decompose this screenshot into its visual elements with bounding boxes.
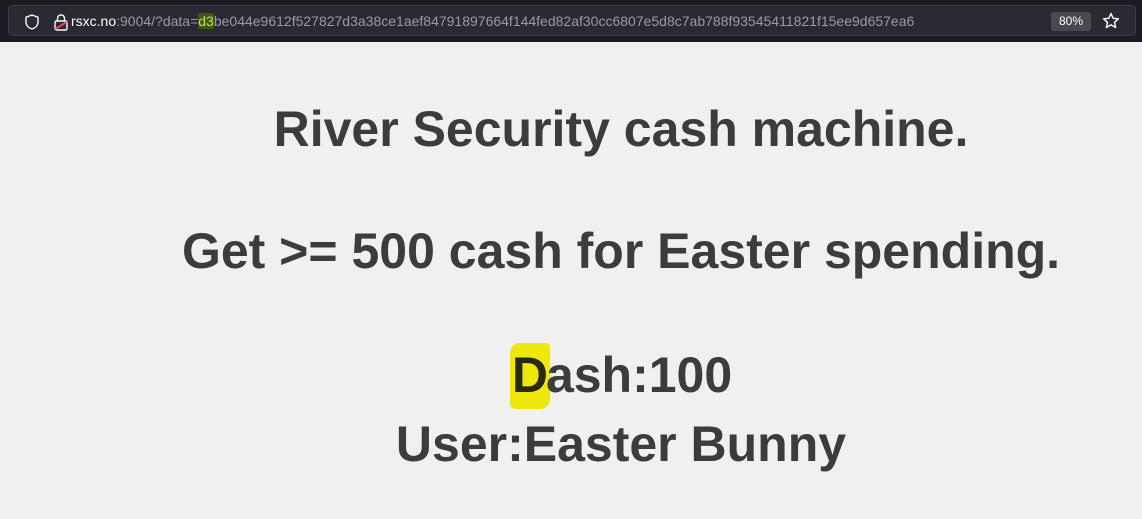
cash-value: ash:100	[545, 347, 733, 403]
shield-icon[interactable]	[24, 14, 40, 30]
url-data: be044e9612f527827d3a38ce1aef84791897664f…	[213, 13, 915, 29]
url-host: rsxc.no	[71, 13, 117, 29]
page-content: River Security cash machine. Get >= 500 …	[0, 42, 1142, 519]
lock-icon[interactable]	[53, 13, 69, 31]
url-text[interactable]: rsxc.no:9004/?data=d3be044e9612f527827d3…	[71, 12, 914, 30]
page-title: River Security cash machine.	[273, 101, 969, 157]
url-path: :9004/?data=	[116, 13, 199, 29]
address-bar[interactable]: rsxc.no:9004/?data=d3be044e9612f527827d3…	[8, 5, 1136, 36]
url-highlight: d3	[198, 13, 214, 29]
browser-toolbar: rsxc.no:9004/?data=d3be044e9612f527827d3…	[0, 0, 1142, 42]
zoom-badge[interactable]: 80%	[1051, 12, 1091, 31]
page-subtitle: Get >= 500 cash for Easter spending.	[181, 223, 1061, 279]
star-icon[interactable]	[1102, 12, 1120, 30]
user-line: User:Easter Bunny	[395, 416, 847, 472]
highlighted-letter: D	[509, 343, 550, 409]
cash-line: Dash:100	[0, 343, 1142, 409]
